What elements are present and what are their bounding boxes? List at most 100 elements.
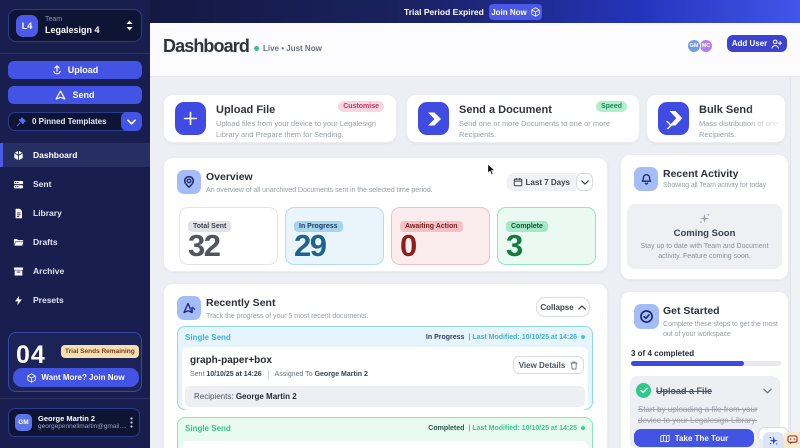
chevron-down-icon[interactable] bbox=[763, 388, 772, 394]
add-user-button[interactable]: Add User bbox=[727, 35, 787, 52]
archive-icon bbox=[13, 266, 24, 276]
sidebar-item-drafts[interactable]: Drafts bbox=[0, 230, 150, 254]
upload-file-card[interactable]: Upload File Upload files from your devic… bbox=[163, 94, 397, 143]
bulk-send-card[interactable]: Bulk Send Mass distribution of one Templ… bbox=[646, 94, 786, 143]
send-type: Single Send bbox=[185, 423, 231, 433]
user-name: George Martin 2 bbox=[38, 413, 96, 423]
sidebar-item-dashboard[interactable]: Dashboard bbox=[0, 143, 150, 167]
overview-panel: Overview An overview of all unarchived D… bbox=[163, 157, 608, 272]
join-now-button[interactable]: Want More? Join Now bbox=[13, 368, 139, 387]
trial-badge: Trial Sends Remaining bbox=[61, 345, 139, 358]
team-avatar: L4 bbox=[16, 14, 38, 37]
team-name: Legalesign 4 bbox=[45, 25, 100, 35]
pin-icon bbox=[16, 116, 26, 126]
divider bbox=[0, 53, 150, 54]
recent-activity-subtitle: Showing all Team activity for today bbox=[663, 182, 767, 189]
take-tour-button[interactable]: Take The Tour bbox=[634, 429, 754, 447]
card-title: Upload File bbox=[216, 104, 276, 116]
sent-item[interactable]: Single Send In Progress | Last Modified:… bbox=[177, 326, 593, 410]
sidebar-item-sent[interactable]: Sent bbox=[0, 172, 150, 196]
pinned-templates[interactable]: 0 Pinned Templates bbox=[8, 112, 142, 131]
status-dot-icon bbox=[581, 426, 585, 430]
avatar[interactable]: MC bbox=[699, 39, 713, 53]
document-card bbox=[182, 441, 588, 448]
upload-button[interactable]: Upload bbox=[8, 61, 142, 79]
library-icon bbox=[15, 208, 22, 218]
chevron-down-icon bbox=[580, 179, 589, 185]
sidebar-item-archive[interactable]: Archive bbox=[0, 259, 150, 283]
step-desc: Start by uploading a file from your devi… bbox=[638, 405, 758, 425]
send-icon bbox=[56, 90, 66, 100]
live-dot bbox=[254, 46, 259, 51]
collapse-button[interactable]: Collapse bbox=[536, 297, 590, 317]
chevron-down-icon bbox=[127, 118, 136, 125]
trash-icon bbox=[570, 361, 578, 370]
divider bbox=[0, 398, 150, 399]
progress-fill bbox=[631, 361, 744, 366]
coming-soon-title: Coming Soon bbox=[673, 228, 736, 239]
sidebar-item-library[interactable]: Library bbox=[0, 201, 150, 225]
stat-awaiting-action: Awaiting Action 0 bbox=[391, 207, 490, 265]
team-selector[interactable]: L4 Team Legalesign 4 bbox=[8, 9, 142, 42]
chat-bubble-icon bbox=[786, 435, 798, 445]
upload-icon bbox=[53, 65, 61, 75]
sidebar-item-presets[interactable]: Presets bbox=[0, 288, 150, 312]
header-avatars: GM MC bbox=[687, 39, 713, 53]
recently-sent-panel: Recently Sent Track the progress of your… bbox=[163, 283, 608, 448]
trial-banner: Trial Period Expired Join Now bbox=[150, 0, 800, 23]
main-content: Upload File Upload files from your devic… bbox=[150, 77, 800, 448]
user-plus-icon bbox=[771, 39, 783, 49]
sent-icon bbox=[13, 180, 24, 188]
card-desc: Mass distribution of one Template to man… bbox=[699, 119, 785, 139]
item-modified: | Last Modified: 10/10/25 at 14:26 bbox=[468, 333, 577, 341]
page-header: Dashboard Live • Just Now GM MC Add User bbox=[150, 23, 800, 77]
view-details-button[interactable]: View Details bbox=[513, 356, 584, 374]
drafts-icon bbox=[13, 238, 24, 246]
unfold-icon bbox=[125, 20, 134, 31]
check-icon bbox=[636, 383, 651, 398]
sidebar: L4 Team Legalesign 4 Upload Send 0 Pinne… bbox=[0, 0, 150, 448]
card-title: Send a Document bbox=[459, 104, 552, 116]
trial-card: 04 Trial Sends Remaining Want More? Join… bbox=[8, 332, 142, 392]
overview-stats: Total Sent 32 In Progress 29 Awaiting Ac… bbox=[179, 207, 596, 265]
recent-activity-panel: Recent Activity Showing all Team activit… bbox=[620, 154, 789, 280]
live-status: Live • Just Now bbox=[263, 44, 322, 53]
gem-icon bbox=[27, 372, 37, 383]
trial-count: 04 bbox=[16, 341, 46, 369]
get-started-title: Get Started bbox=[663, 305, 720, 317]
scrollbar-gutter[interactable] bbox=[790, 77, 800, 448]
item-modified: | Last Modified: 10/10/25 at 14:25 bbox=[468, 424, 577, 432]
status-dot-icon bbox=[581, 335, 585, 339]
recently-sent-subtitle: Track the progress of your 5 most recent… bbox=[206, 311, 369, 320]
dashboard-icon bbox=[14, 150, 23, 160]
map-pin-icon bbox=[177, 170, 201, 194]
user-card[interactable]: GM George Martin 2 georgepennellmartin@g… bbox=[8, 408, 140, 437]
progress-bar bbox=[631, 361, 781, 366]
plus-icon bbox=[175, 102, 206, 135]
mouse-cursor bbox=[487, 163, 496, 176]
recipients-pill: Recipients: George Martin 2 bbox=[185, 386, 585, 407]
overview-subtitle: An overview of all unarchived Documents … bbox=[206, 185, 433, 194]
item-status: In Progress bbox=[425, 333, 465, 341]
banner-join-now-button[interactable]: Join Now bbox=[489, 4, 542, 20]
pinned-expand-button[interactable] bbox=[121, 112, 142, 131]
trial-banner-message: Trial Period Expired bbox=[404, 6, 484, 17]
range-dropdown-button[interactable] bbox=[576, 173, 593, 191]
ai-assistant-button[interactable] bbox=[763, 432, 784, 448]
send-up-icon bbox=[177, 296, 201, 320]
send-type: Single Send bbox=[185, 332, 231, 342]
chat-button[interactable] bbox=[784, 432, 800, 448]
double-chevron-icon bbox=[658, 102, 689, 135]
kebab-menu-icon[interactable] bbox=[130, 417, 133, 428]
user-avatar: GM bbox=[15, 414, 32, 431]
gem-icon bbox=[531, 7, 540, 17]
recently-sent-title: Recently Sent bbox=[206, 297, 276, 309]
send-button[interactable]: Send bbox=[8, 86, 142, 104]
pinned-label: 0 Pinned Templates bbox=[32, 117, 107, 126]
avatar[interactable]: GM bbox=[687, 39, 701, 53]
date-range-button[interactable]: Last 7 Days bbox=[506, 173, 576, 191]
speed-badge: Speed bbox=[595, 101, 627, 112]
calendar-icon bbox=[513, 178, 522, 187]
sent-item[interactable]: Single Send Completed | Last Modified: 1… bbox=[177, 417, 593, 448]
send-document-card[interactable]: Send a Document Send one or more Documen… bbox=[406, 94, 640, 143]
